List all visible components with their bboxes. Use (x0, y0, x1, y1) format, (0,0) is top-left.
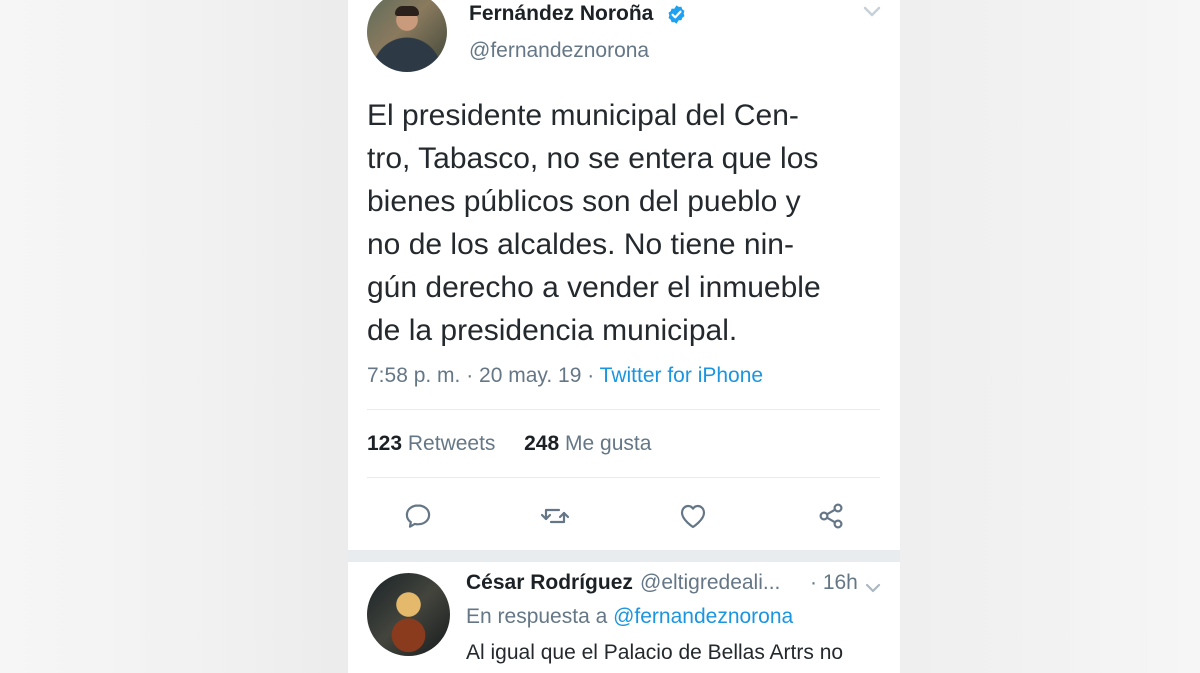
reply-tweet[interactable]: César Rodríguez @eltigredeali... · 16h E… (348, 562, 900, 673)
reply-mention-link[interactable]: @fernandeznorona (613, 605, 793, 628)
like-button[interactable] (676, 499, 710, 533)
verified-badge-icon (668, 5, 685, 24)
share-button[interactable] (814, 499, 848, 533)
tweet-metadata: 7:58 p. m. · 20 may. 19 · Twitter for iP… (367, 364, 763, 388)
reply-context: En respuesta a @fernandeznorona (466, 605, 793, 629)
reply-icon (405, 504, 431, 528)
tweet-text-line: El presidente municipal del Cen- (367, 99, 799, 132)
retweets-label[interactable]: Retweets (408, 432, 496, 455)
author-name[interactable]: Fernández Noroña (469, 2, 653, 26)
tweet-text-line: de la presidencia municipal. (367, 314, 738, 347)
heart-icon (680, 504, 706, 529)
tweet-timestamp: 7:58 p. m. · 20 may. 19 · (367, 364, 600, 387)
tweet-text-line: gún derecho a vender el inmueble (367, 271, 821, 304)
twitter-app-screen: Fernández Noroña @fernandeznorona El pre… (348, 0, 900, 673)
reply-prefix: En respuesta a (466, 605, 614, 628)
reply-button[interactable] (401, 499, 435, 533)
author-avatar[interactable] (367, 0, 447, 72)
divider (367, 409, 880, 410)
tweet-text-line: tro, Tabasco, no se entera que los (367, 142, 819, 175)
reply-time: · 16h (810, 571, 858, 594)
tweet-stats: 123 Retweets 248 Me gusta (367, 432, 651, 456)
tweet-source-link[interactable]: Twitter for iPhone (600, 364, 763, 387)
chevron-down-icon[interactable] (862, 5, 882, 19)
likes-count[interactable]: 248 (524, 432, 559, 455)
retweet-button[interactable] (538, 499, 572, 533)
tweet-text-line: bienes públicos son del pueblo y (367, 185, 801, 218)
share-icon (819, 503, 843, 529)
author-handle[interactable]: @fernandeznorona (469, 39, 649, 63)
reply-author-avatar[interactable] (367, 573, 450, 656)
retweet-icon (540, 508, 570, 524)
main-tweet: Fernández Noroña @fernandeznorona El pre… (348, 0, 900, 550)
reply-author-handle[interactable]: @eltigredeali... (640, 571, 780, 595)
likes-label[interactable]: Me gusta (565, 432, 651, 455)
reply-text: Al igual que el Palacio de Bellas Artrs … (466, 641, 844, 664)
tweet-text: El presidente municipal del Cen- tro, Ta… (367, 94, 877, 352)
reply-author-name[interactable]: César Rodríguez (466, 571, 633, 595)
chevron-down-icon[interactable] (864, 582, 882, 594)
section-separator (348, 550, 900, 562)
retweets-count[interactable]: 123 (367, 432, 402, 455)
divider (367, 477, 880, 478)
tweet-text-line: no de los alcaldes. No tiene nin- (367, 228, 794, 261)
